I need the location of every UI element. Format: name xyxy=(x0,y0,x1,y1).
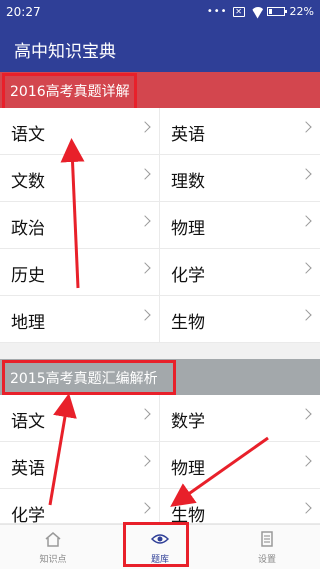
subject-label: 化学 xyxy=(11,506,45,526)
battery-level xyxy=(268,9,272,14)
status-time: 20:27 xyxy=(6,5,41,19)
subject-label: 物理 xyxy=(171,219,205,239)
home-icon xyxy=(45,532,61,547)
bottom-tab-bar: 知识点 题库 设置 xyxy=(0,524,320,569)
chevron-right-icon xyxy=(139,215,151,227)
subject-cell[interactable]: 地理 xyxy=(0,296,160,343)
chevron-right-icon xyxy=(300,408,312,420)
tab-label: 知识点 xyxy=(39,555,67,565)
subject-label: 政治 xyxy=(11,219,45,239)
chevron-right-icon xyxy=(300,455,312,467)
eye-icon xyxy=(151,534,169,544)
subject-label: 化学 xyxy=(171,266,205,286)
chevron-right-icon xyxy=(139,455,151,467)
battery-icon xyxy=(266,7,287,16)
chevron-right-icon xyxy=(300,262,312,274)
subject-cell[interactable]: 语文 xyxy=(0,108,160,155)
subject-label: 数学 xyxy=(171,412,205,432)
sim-icon: ✕ xyxy=(232,6,245,17)
tab-label: 设置 xyxy=(257,555,276,565)
subject-cell[interactable]: 化学 xyxy=(0,489,160,526)
subject-cell[interactable]: 数学 xyxy=(160,395,320,442)
section-header-2016[interactable]: 2016高考真题详解 xyxy=(0,72,320,108)
subject-label: 文数 xyxy=(11,172,45,192)
subject-label: 理数 xyxy=(171,172,205,192)
subject-cell[interactable]: 生物 xyxy=(160,489,320,526)
battery-percent: 22% xyxy=(289,5,314,18)
subject-cell[interactable]: 政治 xyxy=(0,202,160,249)
app-bar: 高中知识宝典 xyxy=(0,24,320,72)
chevron-right-icon xyxy=(300,121,312,133)
more-dots-icon: ••• xyxy=(206,6,228,17)
section-title: 2016高考真题详解 xyxy=(10,84,130,100)
chevron-right-icon xyxy=(300,168,312,180)
chevron-right-icon xyxy=(139,502,151,514)
subject-cell[interactable]: 生物 xyxy=(160,296,320,343)
subject-cell[interactable]: 历史 xyxy=(0,249,160,296)
subject-label: 历史 xyxy=(11,266,45,286)
section-header-2015[interactable]: 2015高考真题汇编解析 xyxy=(0,359,320,395)
subject-cell[interactable]: 英语 xyxy=(160,108,320,155)
chevron-right-icon xyxy=(300,502,312,514)
app-title: 高中知识宝典 xyxy=(14,42,116,62)
subject-label: 英语 xyxy=(11,459,45,479)
subject-cell[interactable]: 物理 xyxy=(160,442,320,489)
chevron-right-icon xyxy=(300,309,312,321)
tab-knowledge[interactable]: 知识点 xyxy=(0,525,106,569)
chevron-right-icon xyxy=(139,262,151,274)
subject-label: 物理 xyxy=(171,459,205,479)
tab-question-bank[interactable]: 题库 xyxy=(107,525,213,569)
chevron-right-icon xyxy=(300,215,312,227)
subject-cell[interactable]: 语文 xyxy=(0,395,160,442)
subject-label: 语文 xyxy=(11,125,45,145)
subject-cell[interactable]: 英语 xyxy=(0,442,160,489)
subject-cell[interactable]: 理数 xyxy=(160,155,320,202)
subject-label: 生物 xyxy=(171,313,205,333)
chevron-right-icon xyxy=(139,168,151,180)
status-bar: 20:27 ••• ✕ 22% xyxy=(0,0,320,24)
subject-cell[interactable]: 化学 xyxy=(160,249,320,296)
section-title: 2015高考真题汇编解析 xyxy=(10,371,158,387)
wifi-icon xyxy=(250,7,262,17)
status-icons: ••• ✕ 22% xyxy=(207,5,314,18)
subject-cell[interactable]: 文数 xyxy=(0,155,160,202)
tab-settings[interactable]: 设置 xyxy=(214,525,320,569)
chevron-right-icon xyxy=(139,408,151,420)
section-divider xyxy=(0,343,320,359)
subject-label: 语文 xyxy=(11,412,45,432)
subject-label: 地理 xyxy=(11,313,45,333)
chevron-right-icon xyxy=(139,309,151,321)
chevron-right-icon xyxy=(139,121,151,133)
tab-label: 题库 xyxy=(150,555,169,565)
document-icon xyxy=(261,531,273,547)
subject-label: 英语 xyxy=(171,125,205,145)
subject-cell[interactable]: 物理 xyxy=(160,202,320,249)
subject-label: 生物 xyxy=(171,506,205,526)
